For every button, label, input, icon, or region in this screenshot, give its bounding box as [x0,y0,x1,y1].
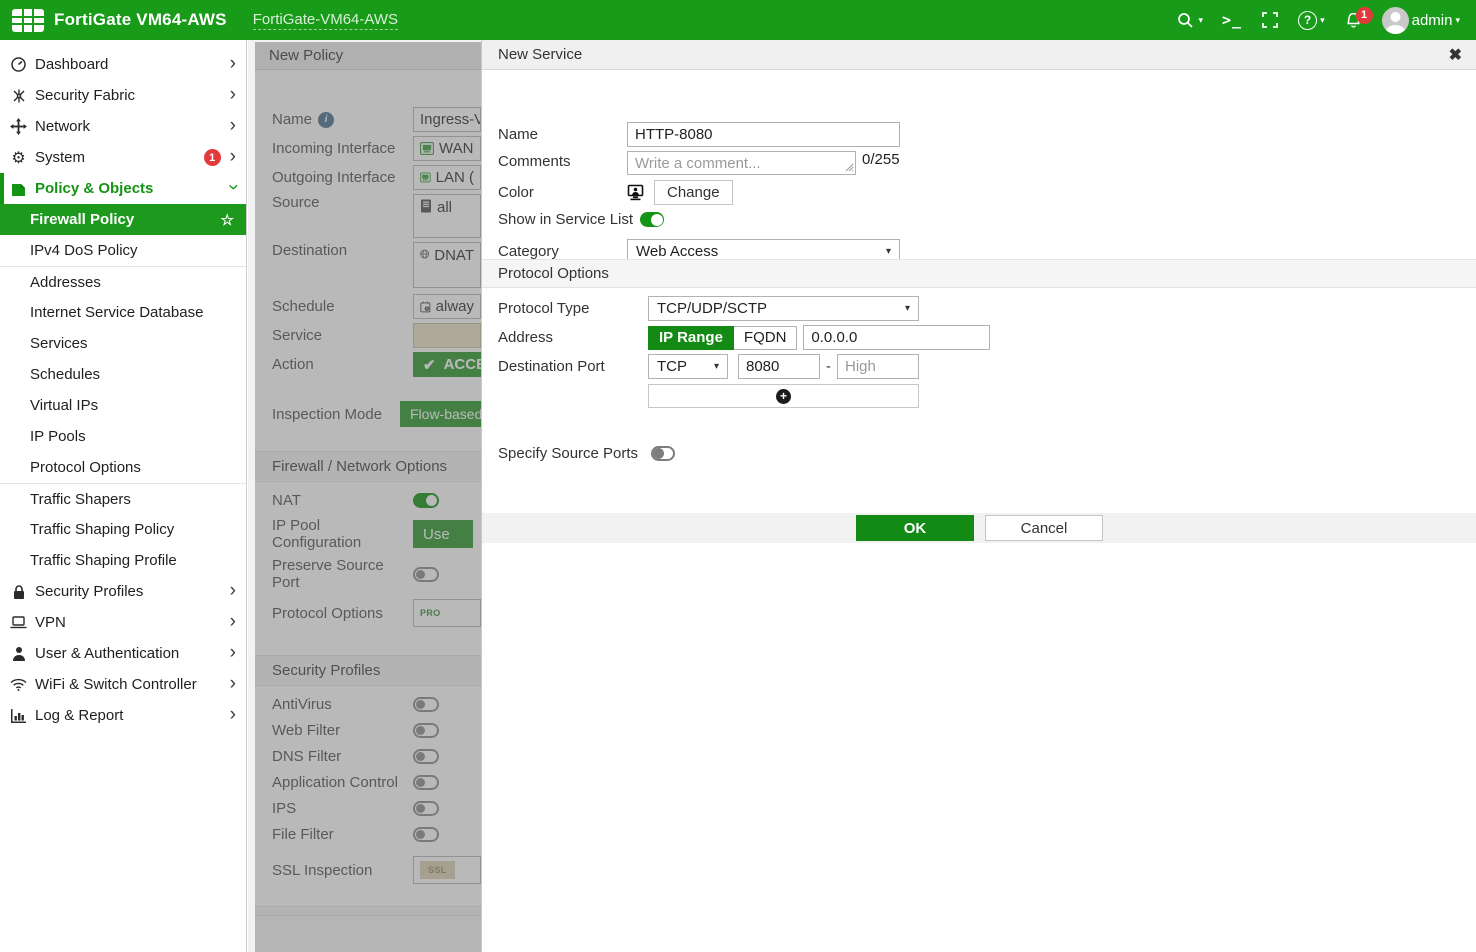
sidebar-item-vpn[interactable]: VPN › [0,607,246,638]
dashboard-icon [9,56,28,73]
color-swatch-icon [627,184,644,201]
chevron-right-icon: › [230,152,236,162]
cli-console-icon[interactable]: >_ [1222,11,1242,29]
new-service-title: New Service [498,46,582,63]
sidebar-item-log-report[interactable]: Log & Report › [0,700,246,731]
chevron-right-icon: › [230,679,236,689]
caret-down-icon: ▾ [886,247,891,257]
service-name-row: Name [498,122,900,147]
bar-chart-icon [9,709,28,723]
cancel-button[interactable]: Cancel [985,515,1103,541]
chevron-right-icon: › [230,121,236,131]
notifications-icon[interactable]: 1 [1344,11,1363,30]
product-title: FortiGate VM64-AWS [54,10,227,30]
admin-label: admin [1412,12,1453,29]
notification-badge: 1 [1356,7,1373,24]
fqdn-segment-button[interactable]: FQDN [734,326,798,350]
search-caret-icon: ▾ [1198,16,1203,25]
modal-dim-overlay [255,42,481,952]
new-policy-modal: New Policy Name i Ingress-V Incoming Int… [255,42,481,952]
port-range-dash: - [826,358,831,375]
sidebar-item-security-fabric[interactable]: Security Fabric › [0,80,246,111]
alert-badge: 1 [204,149,221,166]
comments-counter: 0/255 [862,151,900,168]
sidebar-item-network[interactable]: Network › [0,111,246,142]
sidebar-item-internet-service-database[interactable]: Internet Service Database [0,297,246,328]
protocol-type-select[interactable]: TCP/UDP/SCTP ▾ [648,296,919,321]
chevron-right-icon: › [230,59,236,69]
policy-objects-icon [9,181,28,197]
service-name-input[interactable] [627,122,900,147]
fortinet-logo-icon [12,9,44,32]
new-service-panel: New Service ✖ Name Comments 0/255 Color [481,40,1476,952]
sidebar-item-ip-pools[interactable]: IP Pools [0,421,246,452]
sidebar-item-traffic-shaping-policy[interactable]: Traffic Shaping Policy [0,514,246,545]
sidebar-item-schedules[interactable]: Schedules [0,359,246,390]
service-dest-port-row: Destination Port TCP ▾ - [498,354,919,379]
chevron-right-icon: › [230,648,236,658]
sidebar-item-security-profiles[interactable]: Security Profiles › [0,576,246,607]
admin-menu[interactable]: admin ▾ [1382,7,1460,34]
dest-port-high-input[interactable] [837,354,919,379]
service-protocol-type-row: Protocol Type TCP/UDP/SCTP ▾ [498,296,919,321]
service-comments-row: Comments 0/255 [498,151,900,175]
top-bar: FortiGate VM64-AWS FortiGate-VM64-AWS ▾ … [0,0,1476,40]
ip-range-input[interactable] [803,325,990,350]
vpn-icon [9,615,28,630]
sidebar-item-traffic-shapers[interactable]: Traffic Shapers [0,483,246,514]
lock-icon [9,584,28,600]
service-source-ports-row: Specify Source Ports [498,445,675,462]
close-icon[interactable]: ✖ [1449,45,1462,65]
sidebar-item-user-authentication[interactable]: User & Authentication › [0,638,246,669]
sidebar-item-virtual-ips[interactable]: Virtual IPs [0,390,246,421]
chevron-right-icon: › [230,90,236,100]
service-comments-textarea[interactable] [627,151,856,175]
sidebar-item-services[interactable]: Services [0,328,246,359]
sidebar-item-policy-objects[interactable]: Policy & Objects › [0,173,246,204]
chevron-right-icon: › [230,586,236,596]
network-icon [9,118,28,135]
show-in-service-list-toggle[interactable] [640,212,664,227]
caret-down-icon: ▾ [714,362,719,372]
dest-port-protocol-select[interactable]: TCP ▾ [648,354,728,379]
specify-source-ports-toggle[interactable] [651,446,675,461]
ok-button[interactable]: OK [856,515,974,541]
user-icon [9,646,28,661]
sidebar-item-firewall-policy[interactable]: Firewall Policy ☆ [0,204,246,235]
hostname-menu[interactable]: FortiGate-VM64-AWS [253,11,398,30]
sidebar-item-system[interactable]: ⚙ System 1 › [0,142,246,173]
fortigate-app: FortiGate VM64-AWS FortiGate-VM64-AWS ▾ … [0,0,1476,952]
chevron-down-icon: › [228,183,238,189]
color-change-button[interactable]: Change [654,180,733,205]
service-color-row: Color Change [498,180,733,205]
service-show-row: Show in Service List [498,211,664,228]
ip-range-segment-button[interactable]: IP Range [648,326,734,350]
sidebar-item-ipv4-dos-policy[interactable]: IPv4 DoS Policy [0,235,246,266]
sidebar: Dashboard › Security Fabric › Network › … [0,40,247,952]
sidebar-item-wifi-switch-controller[interactable]: WiFi & Switch Controller › [0,669,246,700]
dest-port-low-input[interactable] [738,354,820,379]
sidebar-item-protocol-options[interactable]: Protocol Options [0,452,246,483]
wifi-icon [9,678,28,691]
add-port-row-button[interactable]: + [648,384,919,408]
sidebar-item-addresses[interactable]: Addresses [0,266,246,297]
service-address-row: Address IP Range FQDN [498,325,990,350]
sidebar-item-traffic-shaping-profile[interactable]: Traffic Shaping Profile [0,545,246,576]
system-icon: ⚙ [9,148,28,168]
chevron-right-icon: › [230,617,236,627]
avatar [1382,7,1409,34]
section-protocol-options: Protocol Options [482,259,1476,288]
help-icon[interactable]: ? ▾ [1298,11,1325,30]
sidebar-item-dashboard[interactable]: Dashboard › [0,49,246,80]
search-icon[interactable]: ▾ [1176,11,1203,30]
chevron-right-icon: › [230,710,236,720]
plus-icon: + [776,389,791,404]
admin-caret-icon: ▾ [1455,16,1460,25]
security-fabric-icon [9,88,28,104]
favorite-star-icon[interactable]: ☆ [221,211,234,229]
caret-down-icon: ▾ [905,304,910,314]
help-caret-icon: ▾ [1320,16,1325,25]
fullscreen-icon[interactable] [1261,11,1279,29]
dialog-footer: OK Cancel [482,513,1476,543]
